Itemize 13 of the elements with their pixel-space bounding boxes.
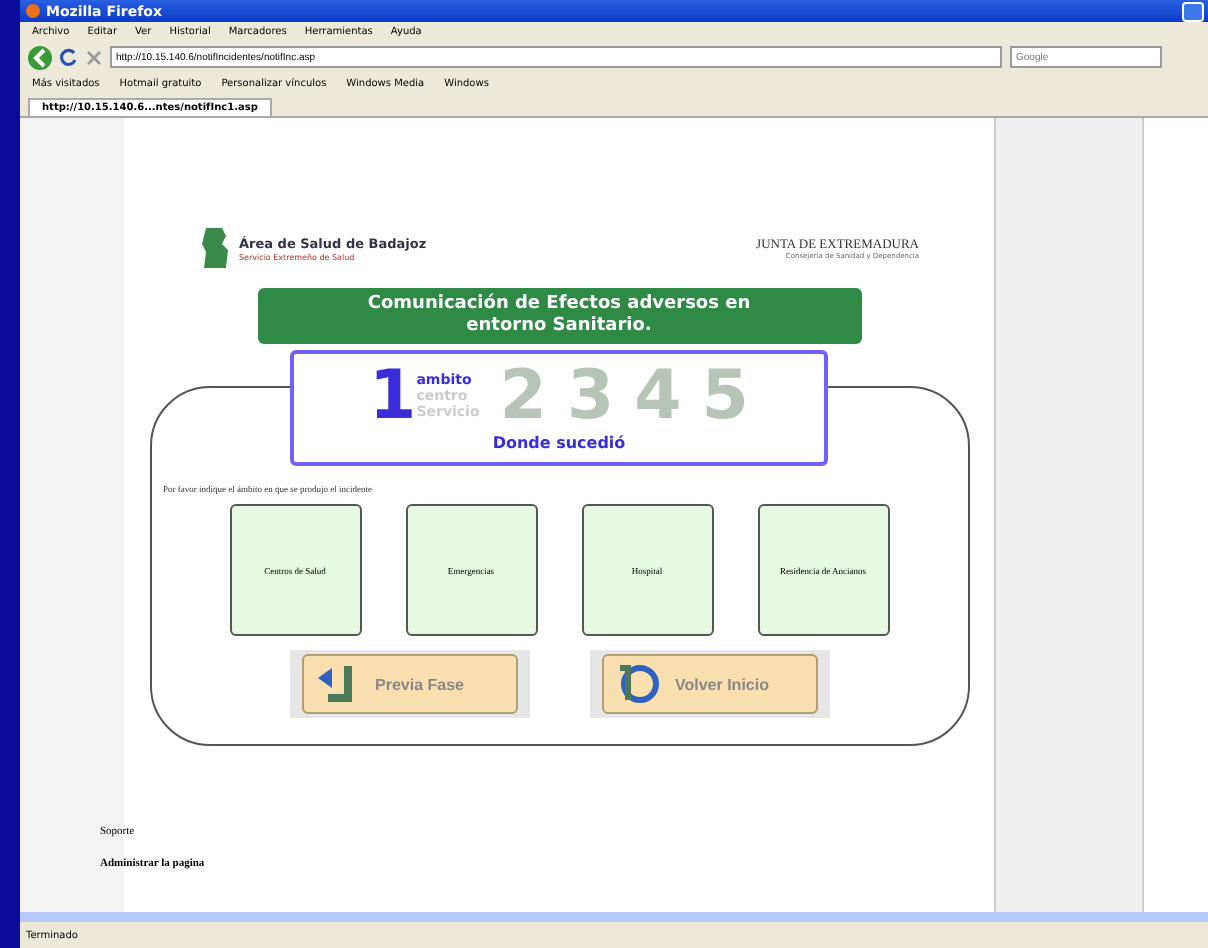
back-button[interactable]	[28, 45, 52, 69]
minimize-button[interactable]	[1182, 1, 1204, 21]
step-number: 5	[701, 356, 749, 436]
step-number: 3	[566, 356, 615, 436]
step-number: 1	[369, 356, 417, 436]
step-number: 4	[634, 356, 682, 436]
firefox-icon	[26, 4, 40, 18]
reload-icon[interactable]	[60, 48, 78, 66]
page-title-banner: Comunicación de Efectos adversos en entorno Sanitario.	[257, 288, 861, 344]
step-number: 2	[499, 356, 547, 436]
step-caption: Donde sucedió	[492, 434, 626, 452]
refresh-icon	[615, 662, 663, 706]
map-logo-icon	[199, 226, 231, 270]
